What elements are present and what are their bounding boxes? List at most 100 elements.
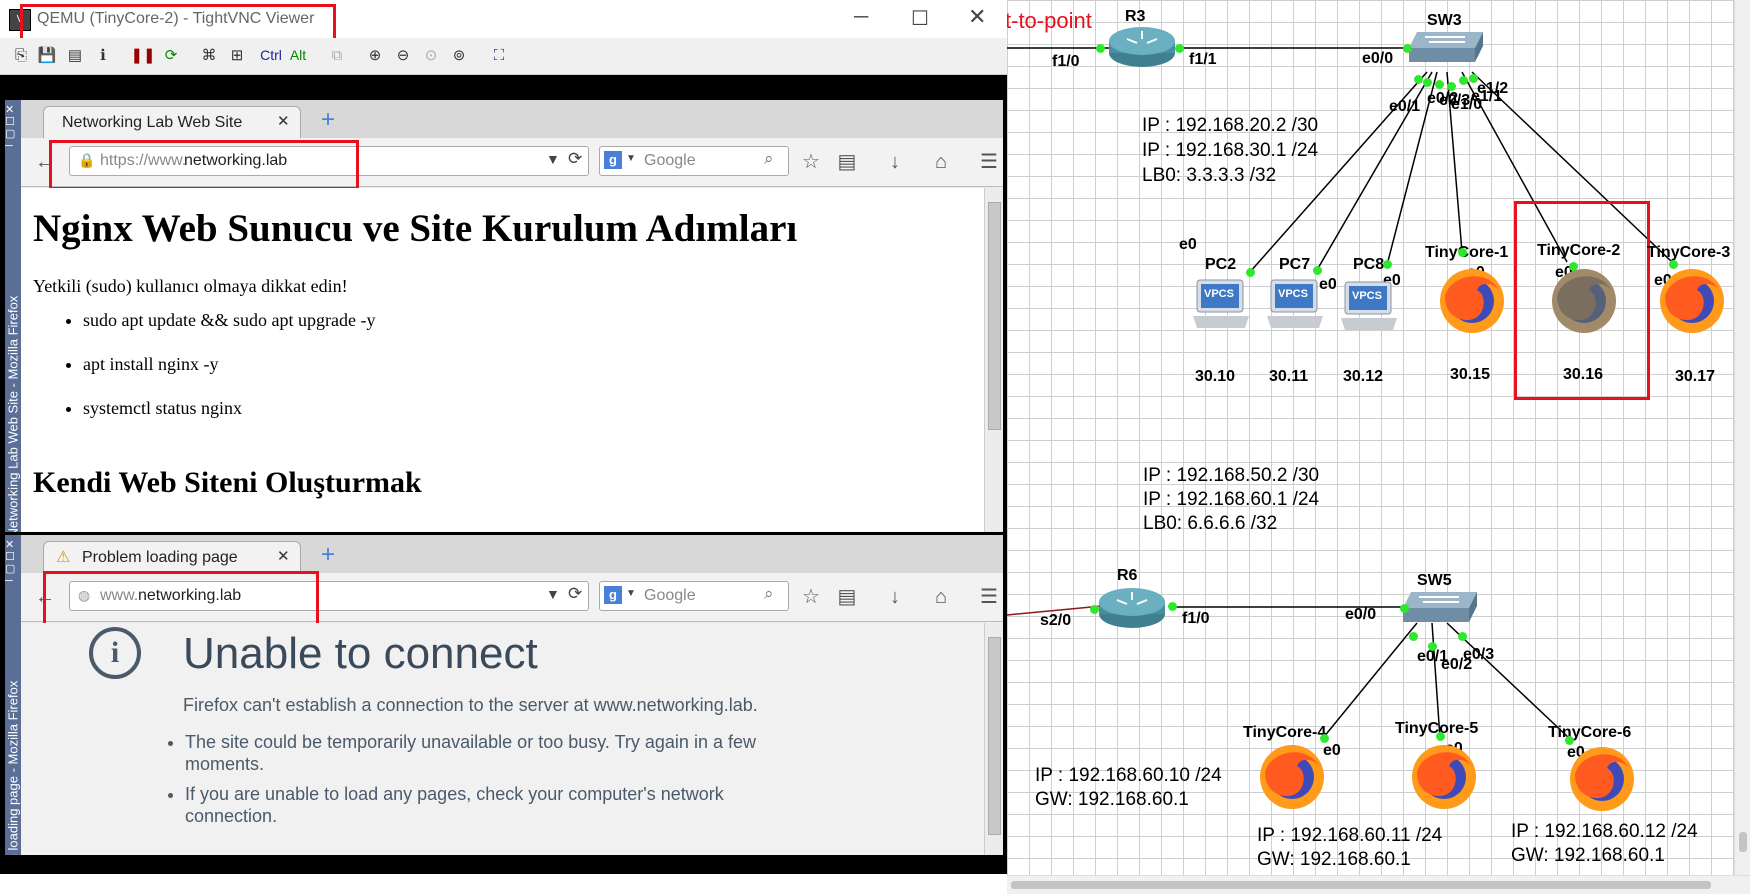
zoom-in-icon[interactable]: ⊕	[364, 44, 386, 66]
bookmark-star-icon[interactable]: ☆	[799, 585, 823, 609]
host-pc2[interactable]: VPCS	[1191, 276, 1251, 332]
window-controls-icon[interactable]: ✕ ☐ ▢ ─	[5, 104, 15, 152]
link-dot	[1096, 44, 1105, 53]
zoom-100-icon[interactable]: ⊙	[420, 44, 442, 66]
canvas-hscroll[interactable]	[1007, 875, 1750, 894]
win-key-icon[interactable]: ⊞	[226, 44, 248, 66]
zoom-out-icon[interactable]: ⊖	[392, 44, 414, 66]
vnc-titlebar[interactable]: V QEMU (TinyCore-2) - TightVNC Viewer ─ …	[0, 0, 1007, 42]
firefox-window-1[interactable]: ✕ ☐ ▢ ─ Networking Lab Web Site - Mozilla F…	[5, 100, 1003, 532]
reading-list-icon[interactable]: ▤	[835, 585, 859, 609]
maximize-icon[interactable]: ☐	[911, 6, 929, 31]
dropdown-icon[interactable]: ▼	[546, 586, 560, 602]
ctrl-alt-del-icon[interactable]: ⌘	[198, 44, 220, 66]
search-engine-dropdown-icon[interactable]: ▼	[626, 588, 636, 599]
firefox-side-titlebar[interactable]: ✕ ☐ ▢ ─ Networking Lab Web Site - Mozilla F…	[5, 100, 21, 532]
highlight-box-tinycore-2	[1514, 201, 1650, 400]
host-tc3-ip: 30.17	[1675, 368, 1716, 385]
switch-sw5[interactable]	[1401, 588, 1479, 628]
page-scrollbar-2[interactable]	[984, 623, 1003, 855]
google-icon: g	[604, 586, 622, 604]
save-icon[interactable]: 💾	[36, 44, 58, 66]
scroll-thumb[interactable]	[1011, 881, 1711, 889]
pause-icon[interactable]: ❚❚	[130, 44, 155, 66]
download-icon[interactable]: ↓	[883, 150, 907, 174]
close-tab-icon[interactable]: ✕	[277, 112, 290, 130]
host-tinycore-6[interactable]	[1567, 744, 1637, 814]
canvas-vscroll[interactable]	[1734, 0, 1750, 875]
search-box[interactable]: g ▼ Google ⌕	[599, 581, 789, 611]
router-r6[interactable]	[1097, 586, 1167, 630]
bookmark-star-icon[interactable]: ☆	[799, 150, 823, 174]
r3-if-left: f1/0	[1052, 53, 1080, 70]
menu-icon[interactable]: ☰	[977, 150, 1001, 174]
link-dot	[1459, 76, 1468, 85]
host-tinycore-3[interactable]	[1657, 266, 1727, 336]
dropdown-icon[interactable]: ▼	[546, 151, 560, 167]
scroll-thumb[interactable]	[1739, 832, 1747, 852]
minimize-icon[interactable]: ─	[854, 6, 868, 29]
host-pc8[interactable]: VPCS	[1339, 278, 1399, 334]
host-tinycore-5[interactable]	[1409, 742, 1479, 812]
warning-text: Yetkili (sudo) kullanıcı olmaya dikkat e…	[33, 276, 348, 296]
vnc-window[interactable]: V QEMU (TinyCore-2) - TightVNC Viewer ─ …	[0, 0, 1007, 874]
r6-if-left: s2/0	[1040, 612, 1072, 629]
reading-list-icon[interactable]: ▤	[835, 150, 859, 174]
link-dot	[1469, 74, 1478, 83]
new-tab-icon[interactable]: +	[321, 106, 335, 134]
tab-networking-lab[interactable]: Networking Lab Web Site ✕	[43, 106, 301, 138]
router-icon	[1099, 588, 1165, 628]
host-tc5-ip: IP : 192.168.60.11 /24	[1257, 825, 1443, 846]
r6-if-right: f1/0	[1182, 610, 1210, 627]
step-item: apt install nginx -y	[83, 354, 375, 386]
link-dot	[1403, 44, 1412, 53]
net2-line2: IP : 192.168.60.1 /24	[1143, 489, 1320, 510]
close-tab-icon[interactable]: ✕	[277, 547, 290, 565]
download-icon[interactable]: ↓	[883, 585, 907, 609]
scroll-thumb[interactable]	[988, 637, 1001, 835]
host-tc6-name: TinyCore-6	[1548, 724, 1632, 741]
search-icon[interactable]: ⌕	[764, 584, 774, 604]
clipboard-icon[interactable]: ⧉	[326, 44, 348, 66]
host-tinycore-1[interactable]	[1437, 266, 1507, 336]
google-icon: g	[604, 151, 622, 169]
topology-canvas[interactable]: t-to-point R3 f1/0 f1/1 SW3 e0/0 e0/1 e0…	[1005, 0, 1750, 894]
sw3-e03: e0/3	[1439, 92, 1471, 109]
home-icon[interactable]: ⌂	[929, 585, 953, 609]
home-icon[interactable]: ⌂	[929, 150, 953, 174]
firefox-side-title: Networking Lab Web Site - Mozilla Firefo…	[5, 295, 21, 532]
info-icon[interactable]: ℹ	[92, 44, 114, 66]
search-engine-dropdown-icon[interactable]: ▼	[626, 153, 636, 164]
menu-icon[interactable]: ☰	[977, 585, 1001, 609]
search-icon[interactable]: ⌕	[764, 149, 774, 169]
link-dot	[1175, 44, 1184, 53]
reload-icon[interactable]: ⟳	[568, 149, 582, 169]
firefox-side-titlebar[interactable]: ✕ ☐ ▢ ─ Problem loading page - Mozilla Fire…	[5, 535, 21, 855]
host-pc8-name: PC8	[1353, 256, 1385, 273]
firefox-side-title: Problem loading page - Mozilla Firefox	[5, 680, 21, 855]
page-scrollbar-1[interactable]	[984, 188, 1003, 532]
tab-problem-loading[interactable]: ⚠ Problem loading page ✕	[43, 541, 301, 573]
link-dot	[1435, 80, 1444, 89]
new-connection-icon[interactable]: ⎘	[10, 44, 32, 66]
router-r3[interactable]	[1107, 25, 1177, 69]
zoom-fit-icon[interactable]: ⊚	[448, 44, 470, 66]
host-tinycore-4[interactable]	[1257, 742, 1327, 812]
fullscreen-icon[interactable]: ⛶	[488, 44, 510, 66]
new-tab-icon[interactable]: +	[321, 541, 335, 569]
scroll-thumb[interactable]	[988, 202, 1001, 430]
reload-icon[interactable]: ⟳	[568, 584, 582, 604]
net1-line3: LB0: 3.3.3.3 /32	[1142, 165, 1277, 186]
host-pc7[interactable]: VPCS	[1265, 276, 1325, 332]
alt-key-button[interactable]: Alt	[286, 44, 310, 66]
ctrl-key-button[interactable]: Ctrl	[256, 44, 286, 66]
step-item: systemctl status nginx	[83, 398, 375, 430]
close-icon[interactable]: ✕	[968, 4, 986, 30]
firefox-window-2[interactable]: ✕ ☐ ▢ ─ Problem loading page - Mozilla Fire…	[5, 535, 1003, 855]
search-box[interactable]: g ▼ Google ⌕	[599, 146, 789, 176]
switch-sw3[interactable]	[1407, 28, 1485, 68]
error-description: Firefox can't establish a connection to …	[183, 695, 758, 715]
options-icon[interactable]: ▤	[64, 44, 86, 66]
refresh-icon[interactable]: ⟳	[160, 44, 182, 66]
host-tc6-gw: GW: 192.168.60.1	[1511, 845, 1665, 866]
